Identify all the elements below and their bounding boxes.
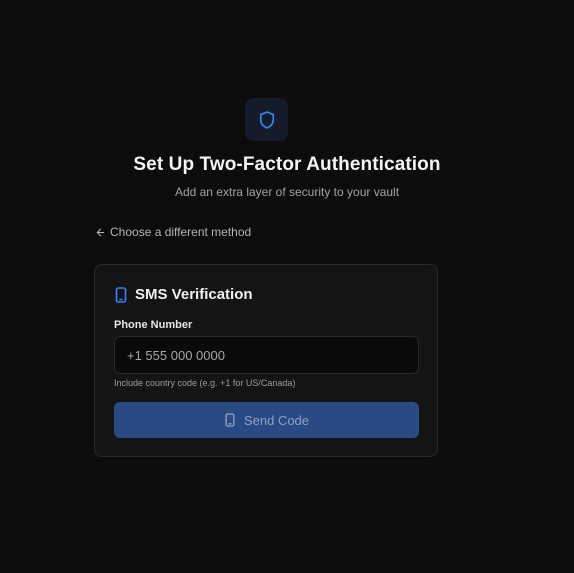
sms-verification-card: SMS Verification Phone Number Include co…	[94, 264, 438, 457]
card-title: SMS Verification	[135, 286, 253, 303]
send-code-button[interactable]: Send Code	[114, 402, 419, 438]
two-factor-setup-page: Set Up Two-Factor Authentication Add an …	[0, 0, 574, 573]
send-code-label: Send Code	[243, 412, 310, 428]
page-subtitle: Add an extra layer of security to your v…	[174, 185, 400, 199]
phone-number-label: Phone Number	[114, 319, 193, 331]
smartphone-icon	[115, 286, 127, 303]
shield-badge	[245, 98, 288, 141]
smartphone-icon	[225, 413, 235, 427]
choose-different-method-link[interactable]: Choose a different method	[95, 224, 251, 240]
phone-number-input[interactable]	[114, 336, 419, 374]
shield-icon	[259, 110, 274, 129]
page-title: Set Up Two-Factor Authentication	[133, 154, 441, 175]
arrow-left-icon	[96, 228, 105, 236]
back-link-label: Choose a different method	[110, 225, 252, 239]
phone-hint-text: Include country code (e.g. +1 for US/Can…	[114, 378, 296, 388]
card-header: SMS Verification	[114, 286, 253, 303]
